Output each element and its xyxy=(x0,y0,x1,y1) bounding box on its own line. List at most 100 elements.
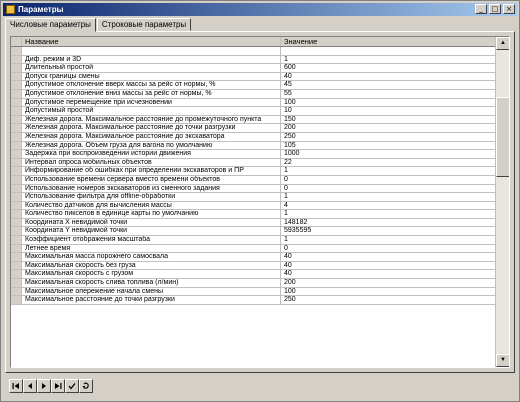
row-indicator[interactable] xyxy=(11,175,22,184)
table-row[interactable]: Количество датчиков для вычисления массы… xyxy=(11,201,495,211)
row-indicator[interactable] xyxy=(11,296,22,304)
parameter-name-cell[interactable]: Использование времени сервера вместо вре… xyxy=(22,175,281,184)
parameter-name-cell[interactable]: Координата X невидимой точки xyxy=(22,218,281,227)
minimize-button[interactable]: _ xyxy=(475,4,487,14)
row-indicator[interactable] xyxy=(11,279,22,287)
table-row[interactable]: Интервал опроса мобильных объектов 22 xyxy=(11,158,495,168)
prior-record-button[interactable] xyxy=(23,379,37,393)
parameter-value-cell[interactable]: 4 xyxy=(281,202,495,210)
table-row[interactable]: Использование фильтра для offline-обрабо… xyxy=(11,193,495,202)
parameter-name-cell[interactable]: Координата Y невидимой точки xyxy=(22,227,281,236)
table-row[interactable]: Координата Y невидимой точки 5935595 xyxy=(11,227,495,237)
parameter-value-cell[interactable]: 600 xyxy=(281,64,495,72)
table-row[interactable]: Использование номеров экскаваторов из см… xyxy=(11,184,495,194)
parameter-name-cell[interactable]: Допуск границы смены xyxy=(22,72,281,81)
parameter-name-cell[interactable]: Максимальное опережение начала смены xyxy=(22,287,281,296)
parameter-value-cell[interactable]: 1 xyxy=(281,56,495,64)
parameter-value-cell[interactable]: 100 xyxy=(281,99,495,107)
parameter-value-cell[interactable]: 1 xyxy=(281,167,495,175)
table-row[interactable]: Задержка при воспроизведении истории дви… xyxy=(11,150,495,159)
table-row[interactable]: Максимальная скорость слива топлива (л/м… xyxy=(11,279,495,288)
parameter-value-cell[interactable]: 150 xyxy=(281,116,495,124)
row-indicator[interactable] xyxy=(11,193,22,201)
row-indicator[interactable] xyxy=(11,132,22,141)
parameter-value-cell[interactable]: 250 xyxy=(281,296,495,304)
parameter-value-cell[interactable]: 1000 xyxy=(281,150,495,158)
row-indicator[interactable] xyxy=(11,236,22,244)
parameter-value-cell[interactable]: 1 xyxy=(281,193,495,201)
row-indicator[interactable] xyxy=(11,287,22,296)
parameter-name-cell[interactable]: Диф. режим и 3D xyxy=(22,55,281,64)
parameter-name-cell[interactable]: Летнее время xyxy=(22,244,281,253)
row-indicator[interactable] xyxy=(11,270,22,279)
last-record-button[interactable] xyxy=(51,379,65,393)
scroll-up-arrow-icon[interactable]: ▲ xyxy=(496,37,509,50)
parameter-name-cell[interactable]: Максимальное расстояние до точки разгруз… xyxy=(22,296,281,304)
post-button[interactable] xyxy=(65,379,79,393)
row-indicator[interactable] xyxy=(11,47,22,55)
parameter-name-cell[interactable]: Железная дорога. Максимальное расстояние… xyxy=(22,132,281,141)
parameter-value-cell[interactable]: 1 xyxy=(281,236,495,244)
parameter-value-cell[interactable]: 40 xyxy=(281,262,495,270)
row-indicator[interactable] xyxy=(11,167,22,175)
parameter-name-cell[interactable]: Количество пикселов в единице карты по у… xyxy=(22,210,281,218)
parameter-name-cell[interactable]: Задержка при воспроизведении истории дви… xyxy=(22,150,281,158)
table-row[interactable]: Максимальная масса порожнего самосвала 40 xyxy=(11,253,495,262)
parameter-value-cell[interactable]: 200 xyxy=(281,124,495,132)
table-row[interactable]: Допустимое отклонение вниз массы за рейс… xyxy=(11,89,495,99)
row-indicator[interactable] xyxy=(11,210,22,218)
first-record-button[interactable] xyxy=(9,379,23,393)
row-indicator[interactable] xyxy=(11,64,22,72)
close-button[interactable]: × xyxy=(503,4,515,14)
table-row[interactable]: Допустимое отклонение вверх массы за рей… xyxy=(11,81,495,90)
parameter-name-cell[interactable]: Допустимый простой xyxy=(22,107,281,115)
row-indicator[interactable] xyxy=(11,81,22,89)
table-row[interactable] xyxy=(11,47,495,56)
table-row[interactable]: Максимальная скорость с грузом 40 xyxy=(11,270,495,280)
parameter-name-cell[interactable]: Железная дорога. Максимальное расстояние… xyxy=(22,115,281,124)
parameter-value-cell[interactable]: 45 xyxy=(281,81,495,89)
table-row[interactable]: Железная дорога. Максимальное расстояние… xyxy=(11,132,495,142)
tab-numeric-parameters[interactable]: Числовые параметры xyxy=(5,18,96,32)
tab-string-parameters[interactable]: Строковые параметры xyxy=(96,18,192,31)
table-row[interactable]: Максимальная скорость без груза 40 xyxy=(11,261,495,271)
row-indicator[interactable] xyxy=(11,261,22,270)
parameter-value-cell[interactable]: 40 xyxy=(281,253,495,261)
row-indicator[interactable] xyxy=(11,98,22,107)
cancel-button[interactable] xyxy=(79,379,93,393)
parameter-value-cell[interactable]: 1 xyxy=(281,210,495,218)
row-indicator[interactable] xyxy=(11,244,22,253)
maximize-button[interactable]: □ xyxy=(489,4,501,14)
table-row[interactable]: Коэффициент отображения масштаба 1 xyxy=(11,236,495,245)
table-row[interactable]: Максимальное расстояние до точки разгруз… xyxy=(11,296,495,305)
row-indicator[interactable] xyxy=(11,150,22,158)
row-indicator[interactable] xyxy=(11,72,22,81)
row-indicator[interactable] xyxy=(11,253,22,261)
parameter-name-cell[interactable]: Максимальная скорость без груза xyxy=(22,261,281,270)
parameter-value-cell[interactable]: 40 xyxy=(281,270,495,278)
table-row[interactable]: Использование времени сервера вместо вре… xyxy=(11,175,495,185)
table-row[interactable]: Максимальное опережение начала смены 100 xyxy=(11,287,495,297)
parameter-name-cell[interactable]: Использование фильтра для offline-обрабо… xyxy=(22,193,281,201)
parameter-name-cell[interactable]: Интервал опроса мобильных объектов xyxy=(22,158,281,167)
parameter-name-cell[interactable]: Допустимое отклонение вверх массы за рей… xyxy=(22,81,281,89)
row-indicator[interactable] xyxy=(11,227,22,236)
parameter-value-cell[interactable]: 22 xyxy=(281,159,495,167)
row-indicator[interactable] xyxy=(11,55,22,64)
table-row[interactable]: Железная дорога. Максимальное расстояние… xyxy=(11,124,495,133)
parameter-name-cell[interactable]: Количество датчиков для вычисления массы xyxy=(22,201,281,210)
parameter-name-cell[interactable] xyxy=(22,47,281,55)
row-indicator[interactable] xyxy=(11,218,22,227)
parameter-name-cell[interactable]: Железная дорога. Максимальное расстояние… xyxy=(22,124,281,132)
parameter-value-cell[interactable]: 10 xyxy=(281,107,495,115)
parameter-value-cell[interactable]: 0 xyxy=(281,185,495,193)
table-row[interactable]: Количество пикселов в единице карты по у… xyxy=(11,210,495,219)
row-indicator[interactable] xyxy=(11,115,22,124)
parameter-value-cell[interactable]: 40 xyxy=(281,73,495,81)
table-row[interactable]: Железная дорога. Объем груза для вагона … xyxy=(11,141,495,151)
parameter-value-cell[interactable]: 105 xyxy=(281,142,495,150)
scroll-down-arrow-icon[interactable]: ▼ xyxy=(496,354,509,367)
table-row[interactable]: Диф. режим и 3D 1 xyxy=(11,55,495,65)
parameter-value-cell[interactable]: 148182 xyxy=(281,219,495,227)
table-row[interactable]: Длительный простой 600 xyxy=(11,64,495,73)
